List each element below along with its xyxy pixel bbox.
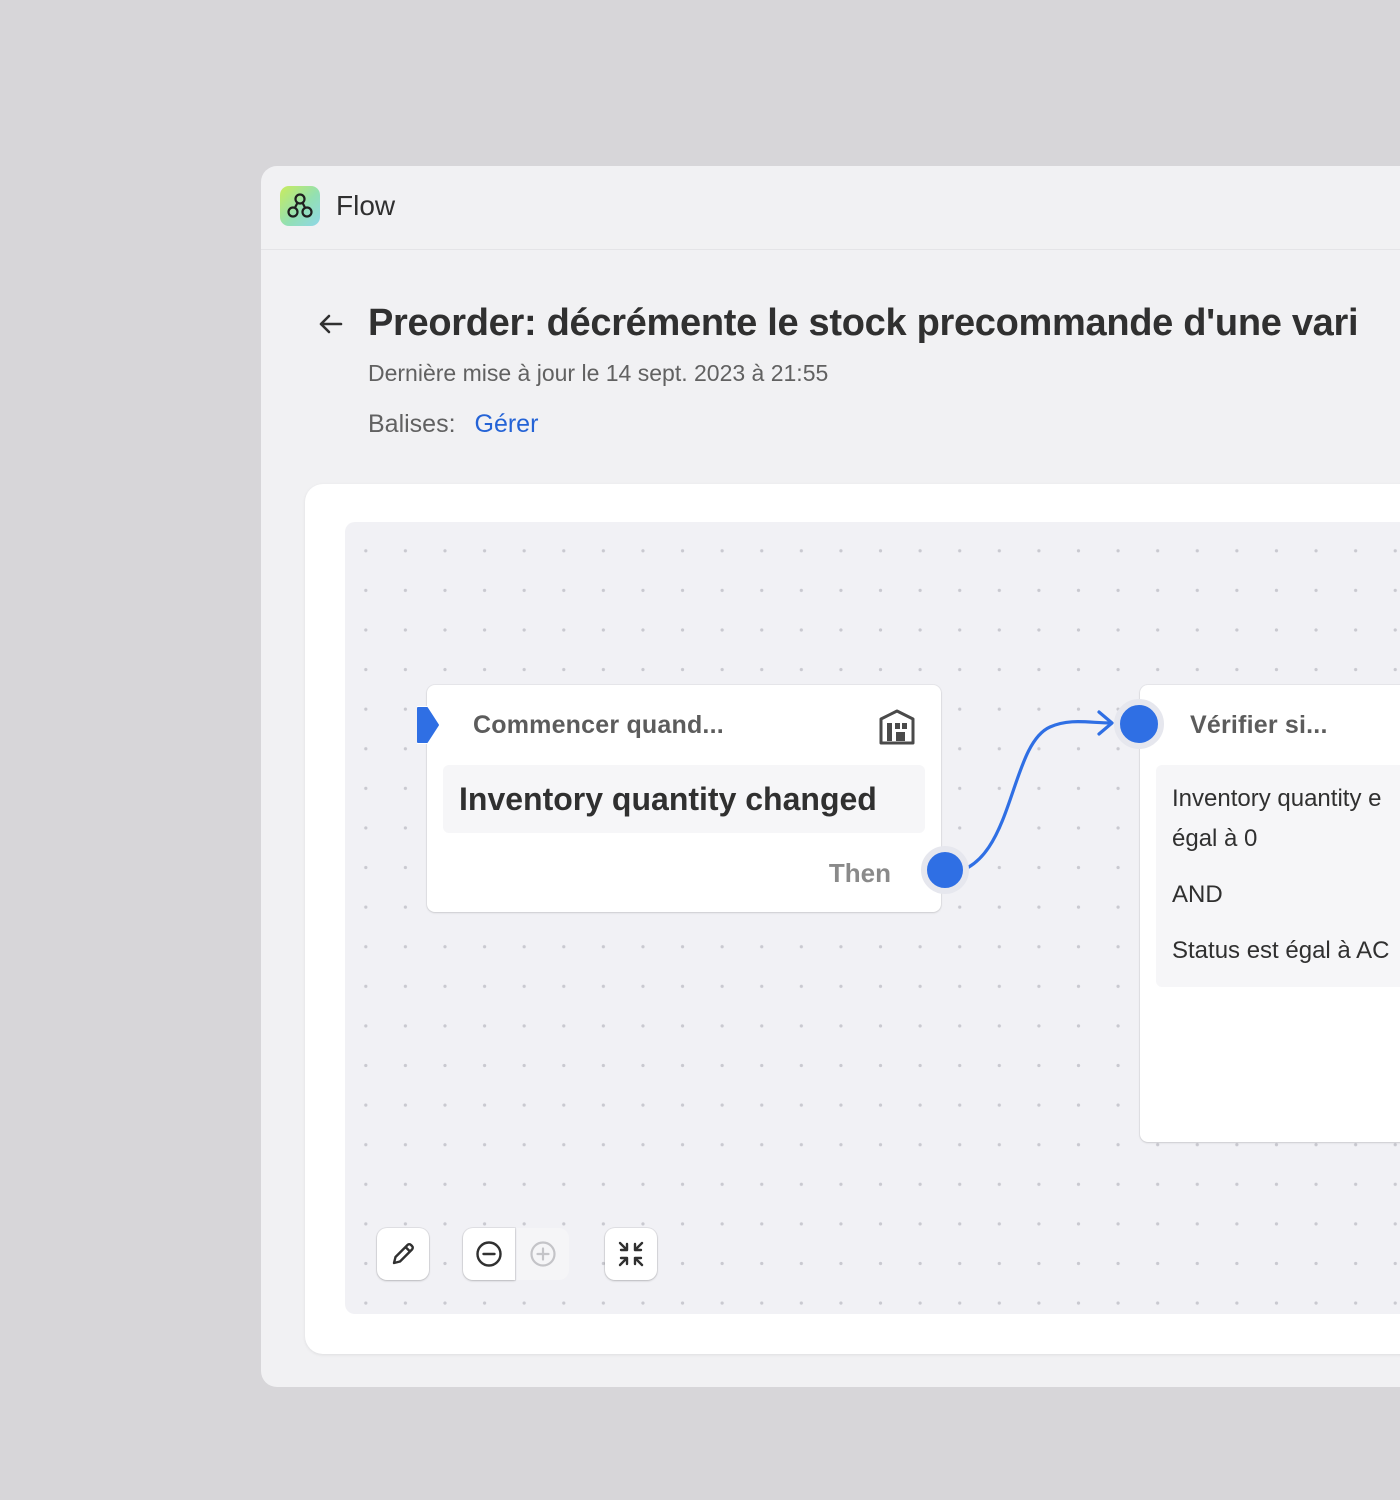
trigger-node-header: Commencer quand... bbox=[473, 711, 724, 739]
page-title: Preorder: décrémente le stock precommand… bbox=[368, 302, 1359, 344]
zoom-out-button[interactable] bbox=[463, 1228, 515, 1280]
back-button[interactable] bbox=[313, 306, 349, 342]
condition-node[interactable]: Vérifier si... Inventory quantity e égal… bbox=[1114, 685, 1400, 1142]
condition-operator: AND bbox=[1172, 881, 1223, 908]
condition-line: Status est égal à AC bbox=[1172, 937, 1390, 964]
fit-view-button[interactable] bbox=[605, 1228, 657, 1280]
workflow-canvas[interactable]: Commencer quand... Inventory quantity ch… bbox=[345, 522, 1400, 1314]
trigger-node[interactable]: Commencer quand... Inventory quantity ch… bbox=[417, 685, 969, 912]
trigger-entry-marker bbox=[417, 706, 443, 744]
condition-node-header: Vérifier si... bbox=[1190, 711, 1328, 739]
tags-label: Balises: bbox=[368, 410, 456, 438]
app-window: Flow Preorder: décrémente le stock preco… bbox=[261, 166, 1400, 1387]
tags-row: Balises: Gérer bbox=[368, 410, 538, 439]
arrow-left-icon bbox=[319, 314, 343, 334]
trigger-title: Inventory quantity changed bbox=[459, 781, 877, 817]
zoom-in-icon bbox=[530, 1241, 556, 1267]
collapse-arrows-icon bbox=[618, 1241, 644, 1267]
pencil-icon bbox=[392, 1243, 414, 1265]
then-label: Then bbox=[828, 858, 891, 888]
condition-body: Inventory quantity e égal à 0 AND Status… bbox=[1156, 765, 1400, 987]
trigger-body: Inventory quantity changed bbox=[443, 765, 925, 833]
store-icon bbox=[879, 709, 915, 745]
zoom-in-button[interactable] bbox=[517, 1228, 569, 1280]
manage-tags-link[interactable]: Gérer bbox=[475, 410, 539, 438]
edit-button[interactable] bbox=[377, 1228, 429, 1280]
app-header-bar: Flow bbox=[261, 166, 1400, 250]
condition-line: égal à 0 bbox=[1172, 825, 1258, 852]
flow-nodes-icon bbox=[280, 186, 320, 226]
input-port[interactable] bbox=[1114, 699, 1164, 749]
app-name: Flow bbox=[336, 190, 396, 221]
output-port[interactable] bbox=[921, 846, 969, 894]
zoom-controls bbox=[463, 1228, 571, 1280]
zoom-out-icon bbox=[476, 1241, 502, 1267]
workflow-editor-card: Commencer quand... Inventory quantity ch… bbox=[305, 484, 1400, 1354]
last-updated-text: Dernière mise à jour le 14 sept. 2023 à … bbox=[368, 360, 829, 386]
condition-line: Inventory quantity e bbox=[1172, 785, 1382, 812]
